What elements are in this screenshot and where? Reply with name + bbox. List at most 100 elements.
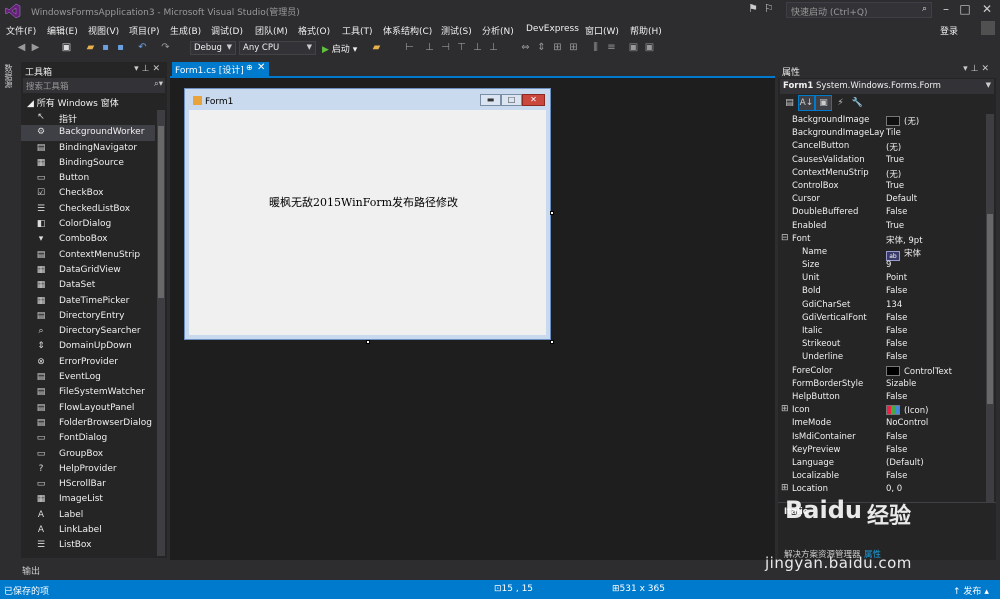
property-row[interactable]: ForeColor ControlText	[778, 365, 988, 378]
pin-icon[interactable]: ⊥	[971, 64, 982, 74]
property-row[interactable]: ContextMenuStrip (无)	[778, 167, 988, 180]
property-row[interactable]: BackgroundImage (无)	[778, 114, 988, 127]
toolbox-item[interactable]: ▭ Button	[21, 171, 155, 186]
properties-scrollbar[interactable]	[986, 114, 994, 502]
property-value[interactable]: Sizable	[886, 379, 916, 389]
property-value[interactable]: False	[886, 471, 907, 481]
close-icon[interactable]: ✕	[152, 64, 163, 74]
toolbox-item[interactable]: ▭ FontDialog	[21, 431, 155, 446]
property-row[interactable]: Italic False	[778, 325, 988, 338]
window-position-icon[interactable]: ▾	[134, 64, 142, 74]
avatar[interactable]	[981, 21, 995, 35]
align-left-icon[interactable]: ⊢	[404, 42, 415, 53]
toolbox-item[interactable]: ↖ 指针	[21, 110, 155, 125]
pin-icon[interactable]: ⊥	[142, 64, 153, 74]
property-row[interactable]: IsMdiContainer False	[778, 431, 988, 444]
toolbox-item[interactable]: ▤ FileSystemWatcher	[21, 385, 155, 400]
toolbox-item[interactable]: ▤ FolderBrowserDialog	[21, 416, 155, 431]
toolbox-item[interactable]: ▦ ImageList	[21, 492, 155, 507]
minimize-button[interactable]: –	[936, 2, 956, 16]
quick-launch-input[interactable]: 快速启动 (Ctrl+Q) ⌕	[786, 2, 932, 18]
property-value[interactable]: 134	[886, 300, 902, 310]
toolbox-item[interactable]: ▭ HScrollBar	[21, 477, 155, 492]
property-pages-icon[interactable]: 🔧	[850, 96, 865, 110]
toolbox-item[interactable]: ⇕ DomainUpDown	[21, 339, 155, 354]
expand-icon[interactable]: ⊞	[781, 483, 789, 493]
property-value[interactable]: (无)	[886, 115, 919, 127]
expand-icon[interactable]: ⊞	[781, 404, 789, 414]
property-value[interactable]: (Default)	[886, 458, 924, 468]
same-height-icon[interactable]: ⇕	[536, 42, 547, 53]
designed-form-window[interactable]: Form1 ▬ □ ✕ 暖枫无敌2015WinForm发布路径修改	[184, 88, 551, 340]
menu-format[interactable]: 格式(O)	[298, 24, 330, 37]
property-row[interactable]: Strikeout False	[778, 338, 988, 351]
property-row[interactable]: Language (Default)	[778, 457, 988, 470]
property-row[interactable]: Unit Point	[778, 272, 988, 285]
toolbox-item[interactable]: ⊗ ErrorProvider	[21, 355, 155, 370]
property-value[interactable]: False	[886, 445, 907, 455]
horizontal-spacing-icon[interactable]: ⫼	[590, 42, 601, 53]
property-value[interactable]: NoControl	[886, 418, 928, 428]
save-all-icon[interactable]: ▪	[115, 42, 126, 53]
bring-to-front-icon[interactable]: ▣	[628, 42, 639, 53]
toolbox-search-input[interactable]: 搜索工具箱 ⌕▾	[23, 78, 165, 93]
property-value[interactable]: False	[886, 392, 907, 402]
menu-team[interactable]: 团队(M)	[255, 24, 288, 37]
menu-devexpress[interactable]: DevExpress	[526, 24, 579, 34]
property-value[interactable]: False	[886, 207, 907, 217]
property-value[interactable]: False	[886, 432, 907, 442]
property-row[interactable]: ⊞ Location 0, 0	[778, 483, 988, 496]
property-row[interactable]: HelpButton False	[778, 391, 988, 404]
toolbox-group-header[interactable]: ◢ 所有 Windows 窗体	[21, 93, 167, 109]
property-row[interactable]: Bold False	[778, 285, 988, 298]
property-value[interactable]: 宋体, 9pt	[886, 234, 923, 246]
property-row[interactable]: GdiCharSet 134	[778, 299, 988, 312]
size-to-grid-icon[interactable]: ⊞	[568, 42, 579, 53]
close-icon[interactable]: ✕	[257, 62, 265, 73]
login-link[interactable]: 登录	[940, 24, 958, 37]
properties-view-icon[interactable]: ▣	[815, 95, 832, 111]
form-close-button[interactable]: ✕	[522, 94, 545, 106]
menu-tools[interactable]: 工具(T)	[342, 24, 373, 37]
property-row[interactable]: ControlBox True	[778, 180, 988, 193]
vertical-spacing-icon[interactable]: ≡	[606, 42, 617, 53]
toolbox-scrollbar[interactable]	[157, 110, 165, 556]
menu-edit[interactable]: 编辑(E)	[47, 24, 78, 37]
menu-build[interactable]: 生成(B)	[170, 24, 201, 37]
same-size-icon[interactable]: ⊞	[552, 42, 563, 53]
align-top-icon[interactable]: ⊤	[456, 42, 467, 53]
toolbox-item[interactable]: ▤ FlowLayoutPanel	[21, 401, 155, 416]
toolbox-item[interactable]: A Label	[21, 508, 155, 523]
toolbox-item[interactable]: ▭ GroupBox	[21, 447, 155, 462]
property-value[interactable]: 0, 0	[886, 484, 902, 494]
toolbox-item[interactable]: ☰ CheckedListBox	[21, 202, 155, 217]
property-value[interactable]: True	[886, 181, 904, 191]
menu-debug[interactable]: 调试(D)	[211, 24, 243, 37]
property-value[interactable]: (无)	[886, 168, 901, 180]
property-value[interactable]: Point	[886, 273, 907, 283]
form-client-area[interactable]: 暖枫无敌2015WinForm发布路径修改	[189, 110, 546, 335]
align-center-icon[interactable]: ⊥	[424, 42, 435, 53]
property-row[interactable]: FormBorderStyle Sizable	[778, 378, 988, 391]
new-project-icon[interactable]: ▣	[61, 42, 72, 53]
menu-architecture[interactable]: 体系结构(C)	[383, 24, 432, 37]
scrollbar-thumb[interactable]	[158, 126, 164, 298]
property-value[interactable]: True	[886, 155, 904, 165]
property-value[interactable]: False	[886, 352, 907, 362]
property-value[interactable]: Tile	[886, 128, 901, 138]
feedback-icon[interactable]: ⚐	[764, 2, 774, 15]
categorized-icon[interactable]: ▤	[782, 96, 797, 110]
pin-icon[interactable]: ⊕	[246, 63, 253, 72]
property-row[interactable]: Enabled True	[778, 220, 988, 233]
send-to-back-icon[interactable]: ▣	[644, 42, 655, 53]
platform-select[interactable]: Any CPU ▼	[239, 41, 316, 55]
property-value[interactable]: False	[886, 313, 907, 323]
tab-output[interactable]: 输出	[22, 564, 40, 577]
property-row[interactable]: Localizable False	[778, 470, 988, 483]
toolbox-item[interactable]: ▦ DataSet	[21, 278, 155, 293]
maximize-button[interactable]: □	[955, 2, 975, 16]
start-button[interactable]: ▶ 启动 ▾	[322, 42, 357, 55]
object-selector[interactable]: Form1 System.Windows.Forms.Form ▼	[780, 79, 994, 94]
configuration-select[interactable]: Debug ▼	[190, 41, 236, 55]
property-row[interactable]: Underline False	[778, 351, 988, 364]
